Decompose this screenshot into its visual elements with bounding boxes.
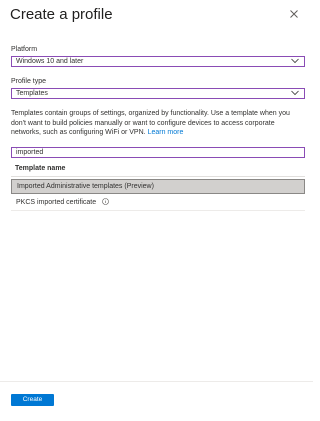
column-header-template-name: Template name [15,165,66,172]
create-profile-panel: Create a profile Platform Windows 10 and… [0,0,313,421]
chevron-down-icon [291,90,299,99]
header-divider [11,176,305,177]
template-search-input[interactable]: imported [11,147,305,158]
create-button[interactable]: Create [11,394,54,406]
panel-title: Create a profile [10,6,113,23]
close-icon[interactable] [287,7,301,21]
table-row[interactable]: Imported Administrative templates (Previ… [11,179,305,194]
platform-label: Platform [11,46,38,53]
row-label: PKCS imported certificate [16,199,97,206]
template-description: Templates contain groups of settings, or… [11,109,305,138]
row-label: Imported Administrative templates (Previ… [17,183,154,190]
chevron-down-icon [291,58,299,67]
table-row[interactable]: PKCS imported certificate [11,196,305,211]
profile-type-dropdown[interactable]: Templates [11,88,305,99]
platform-value: Windows 10 and later [16,58,84,65]
learn-more-link[interactable]: Learn more [148,129,184,136]
profile-type-label: Profile type [11,78,47,85]
footer-divider [0,381,313,382]
info-icon[interactable] [102,197,109,211]
search-value: imported [16,149,44,156]
profile-type-value: Templates [16,90,48,97]
platform-dropdown[interactable]: Windows 10 and later [11,56,305,67]
